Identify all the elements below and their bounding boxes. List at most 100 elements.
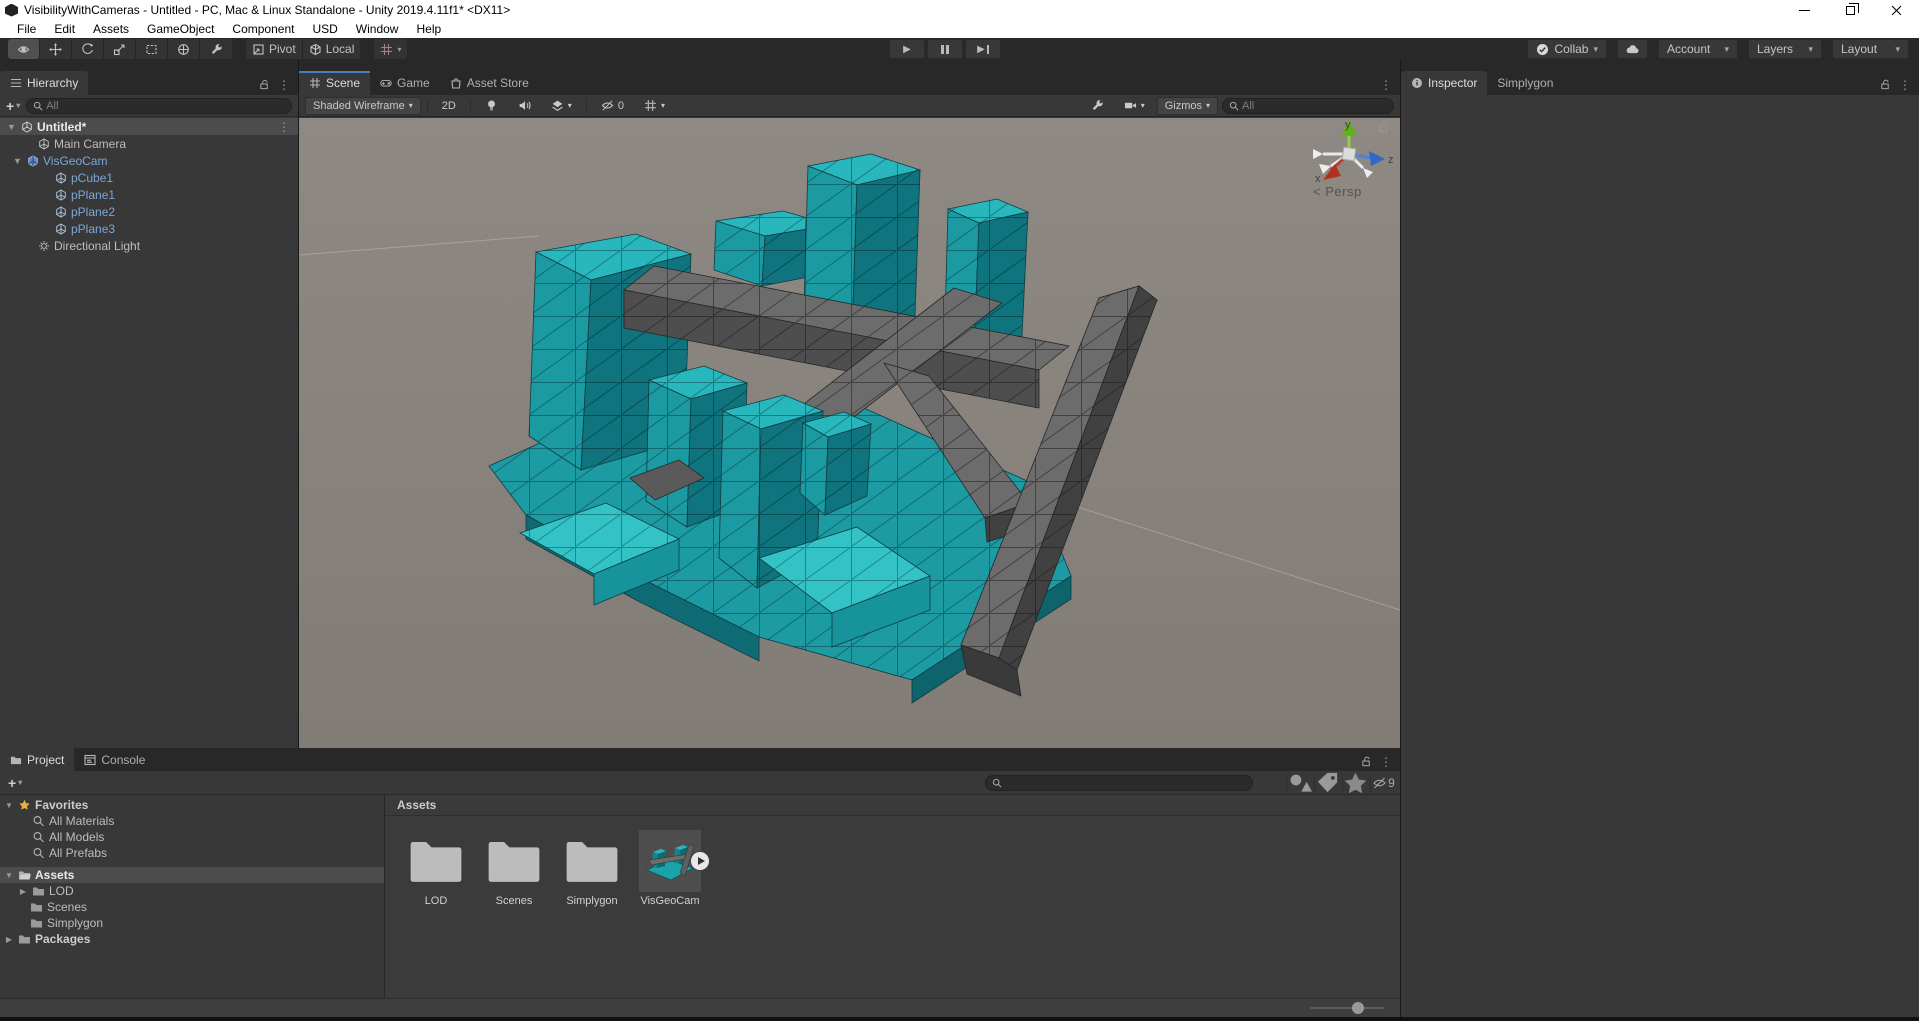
create-button[interactable]: + ▾ — [6, 98, 20, 114]
kebab-menu-icon[interactable]: ⋮ — [1380, 757, 1392, 767]
expand-arrow-icon[interactable]: ▼ — [4, 801, 14, 810]
restore-button[interactable] — [1827, 0, 1873, 20]
custom-tool-button[interactable] — [200, 39, 232, 59]
kebab-menu-icon[interactable]: ⋮ — [1899, 80, 1911, 90]
lighting-toggle-button[interactable] — [477, 97, 506, 115]
tab-hierarchy[interactable]: Hierarchy — [0, 71, 88, 95]
pause-button[interactable] — [927, 39, 963, 59]
favorites-root[interactable]: ▼ Favorites — [0, 797, 384, 813]
rotate-tool-button[interactable] — [72, 39, 104, 59]
favorite-all-materials[interactable]: All Materials — [0, 813, 384, 829]
hierarchy-item-pplane1[interactable]: pPlane1 — [0, 186, 298, 203]
play-button[interactable]: ▶ — [889, 39, 925, 59]
hierarchy-item-directional-light[interactable]: Directional Light — [0, 237, 298, 254]
gizmo-center-cube[interactable] — [1342, 147, 1356, 161]
hierarchy-search[interactable] — [26, 98, 292, 114]
favorite-all-models[interactable]: All Models — [0, 829, 384, 845]
asset-tile-lod[interactable]: LOD — [403, 830, 469, 907]
scene-camera-dropdown[interactable]: ▾ — [1116, 97, 1153, 115]
slider-thumb[interactable] — [1352, 1002, 1364, 1014]
expand-arrow-icon[interactable]: ▼ — [12, 156, 23, 166]
tab-console[interactable]: Console — [74, 748, 155, 771]
create-asset-button[interactable]: + ▾ — [8, 775, 22, 791]
tab-simplygon[interactable]: Simplygon — [1487, 71, 1563, 95]
hierarchy-item-pplane3[interactable]: pPlane3 — [0, 220, 298, 237]
pivot-toggle-button[interactable]: Pivot — [246, 39, 303, 59]
packages-root[interactable]: ▶ Packages — [0, 931, 384, 947]
kebab-menu-icon[interactable]: ⋮ — [278, 120, 290, 134]
expand-arrow-icon[interactable]: ▼ — [4, 871, 14, 880]
folder-simplygon[interactable]: Simplygon — [0, 915, 384, 931]
scene-visibility-button[interactable]: 0 — [593, 97, 632, 115]
assets-root-folder[interactable]: ▼ Assets — [0, 867, 384, 883]
asset-tile-simplygon[interactable]: Simplygon — [559, 830, 625, 907]
axis-z-cone[interactable] — [1369, 151, 1385, 166]
grid-visibility-dropdown[interactable]: ▾ — [636, 97, 673, 115]
2d-toggle-button[interactable]: 2D — [434, 97, 464, 115]
grid-snap-button[interactable]: ▾ — [374, 39, 407, 59]
tab-asset-store[interactable]: Asset Store — [440, 71, 539, 95]
lock-icon[interactable] — [1880, 79, 1891, 90]
scene-viewport[interactable]: y z x < Persp — [299, 118, 1400, 748]
search-by-type-button[interactable] — [1286, 774, 1312, 792]
hierarchy-search-input[interactable] — [46, 100, 285, 112]
perspective-toggle[interactable]: < Persp — [1313, 184, 1362, 199]
tab-project[interactable]: Project — [0, 748, 74, 771]
project-search[interactable] — [985, 775, 1253, 791]
cloud-button[interactable] — [1617, 39, 1648, 59]
asset-tile-visgeocam[interactable]: VisGeoCam — [637, 830, 703, 907]
scale-tool-button[interactable] — [104, 39, 136, 59]
scene-tools-button[interactable] — [1083, 97, 1112, 115]
menu-assets[interactable]: Assets — [84, 22, 138, 36]
tab-game[interactable]: Game — [370, 71, 440, 95]
folder-lod[interactable]: ▶ LOD — [0, 883, 384, 899]
gizmo-lock-icon[interactable] — [1378, 121, 1390, 133]
expand-arrow-icon[interactable]: ▼ — [6, 122, 17, 132]
menu-usd[interactable]: USD — [303, 22, 346, 36]
hierarchy-item-pcube1[interactable]: pCube1 — [0, 169, 298, 186]
search-by-label-button[interactable] — [1314, 774, 1340, 792]
kebab-menu-icon[interactable]: ⋮ — [278, 80, 290, 90]
folder-scenes[interactable]: Scenes — [0, 899, 384, 915]
minimize-button[interactable] — [1781, 0, 1827, 20]
move-tool-button[interactable] — [40, 39, 72, 59]
favorite-all-prefabs[interactable]: All Prefabs — [0, 845, 384, 861]
menu-component[interactable]: Component — [223, 22, 303, 36]
account-dropdown[interactable]: Account ▾ — [1658, 39, 1738, 59]
step-button[interactable]: ▶ — [965, 39, 1001, 59]
scene-search-input[interactable] — [1242, 100, 1387, 112]
menu-edit[interactable]: Edit — [45, 22, 84, 36]
menu-file[interactable]: File — [8, 22, 45, 36]
thumbnail-zoom-slider[interactable] — [1310, 1007, 1384, 1009]
collab-button[interactable]: Collab ▾ — [1527, 39, 1607, 59]
audio-toggle-button[interactable] — [510, 97, 539, 115]
close-button[interactable] — [1873, 0, 1919, 20]
draw-mode-dropdown[interactable]: Shaded Wireframe ▾ — [305, 97, 421, 115]
hierarchy-item-scene[interactable]: ▼ Untitled* ⋮ — [0, 118, 298, 135]
gizmos-dropdown[interactable]: Gizmos ▾ — [1157, 97, 1218, 115]
menu-gameobject[interactable]: GameObject — [138, 22, 223, 36]
project-search-input[interactable] — [1005, 777, 1246, 789]
view-tool-button[interactable] — [8, 39, 40, 59]
hidden-packages-count[interactable]: 9 — [1370, 774, 1396, 792]
scene-search[interactable] — [1222, 98, 1394, 114]
menu-help[interactable]: Help — [407, 22, 450, 36]
hierarchy-item-main-camera[interactable]: Main Camera — [0, 135, 298, 152]
lock-icon[interactable] — [1361, 756, 1372, 767]
asset-play-badge[interactable] — [690, 851, 710, 871]
hierarchy-item-visgeocam[interactable]: ▼ VisGeoCam — [0, 152, 298, 169]
expand-arrow-icon[interactable]: ▶ — [18, 887, 28, 896]
tab-inspector[interactable]: Inspector — [1401, 71, 1487, 95]
expand-arrow-icon[interactable]: ▶ — [4, 935, 14, 944]
hierarchy-item-pplane2[interactable]: pPlane2 — [0, 203, 298, 220]
layers-dropdown[interactable]: Layers ▾ — [1748, 39, 1822, 59]
rect-tool-button[interactable] — [136, 39, 168, 59]
asset-tile-scenes[interactable]: Scenes — [481, 830, 547, 907]
layout-dropdown[interactable]: Layout ▾ — [1832, 39, 1909, 59]
kebab-menu-icon[interactable]: ⋮ — [1380, 80, 1392, 90]
lock-icon[interactable] — [259, 79, 270, 90]
favorite-search-button[interactable] — [1342, 774, 1368, 792]
transform-tool-button[interactable] — [168, 39, 200, 59]
tab-scene[interactable]: Scene — [299, 71, 370, 95]
local-toggle-button[interactable]: Local — [303, 39, 361, 59]
